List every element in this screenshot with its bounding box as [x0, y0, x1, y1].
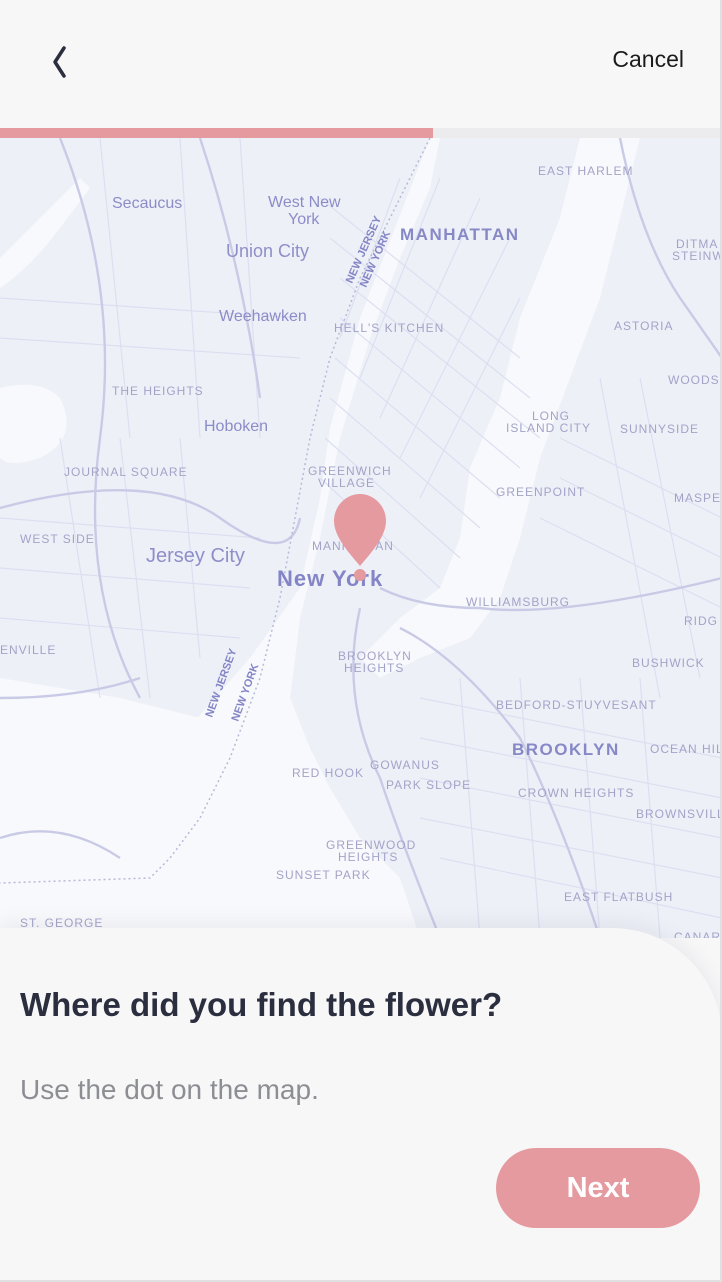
map-label: HELL'S KITCHEN	[334, 321, 444, 335]
map-label: MANHATTAN	[400, 225, 520, 244]
map-label: BROWNSVILL	[636, 807, 722, 821]
map-label: GOWANUS	[370, 758, 440, 772]
map-label: OCEAN HIL	[650, 742, 722, 756]
map-label: CANAR	[674, 930, 721, 938]
hint-text: Use the dot on the map.	[20, 1074, 319, 1105]
map-label: New York	[277, 566, 383, 591]
back-button[interactable]	[44, 40, 80, 84]
map-label: RIDG	[684, 614, 718, 628]
cancel-button[interactable]: Cancel	[612, 46, 684, 73]
map-label: THE HEIGHTS	[112, 384, 204, 398]
map-label: WEST SIDE	[20, 532, 95, 546]
map-label: Union City	[226, 241, 309, 261]
map-label: HEIGHTS	[338, 850, 398, 864]
map-label: BROOKLYN	[512, 740, 620, 759]
map-label: MASPE	[674, 491, 721, 505]
map-label: BEDFORD-STUYVESANT	[496, 698, 657, 712]
map-label: West New	[268, 194, 341, 211]
map-view[interactable]: Secaucus West New York Union City Weehaw…	[0, 138, 722, 938]
map-label: SUNNYSIDE	[620, 422, 699, 436]
next-button[interactable]: Next	[496, 1148, 700, 1228]
top-bar: Cancel	[0, 0, 722, 128]
map-label: STEINW	[672, 249, 722, 263]
map-label: VILLAGE	[318, 476, 375, 490]
map-label: PARK SLOPE	[386, 778, 471, 792]
map-label: GREENPOINT	[496, 485, 585, 499]
map-label: ISLAND CITY	[506, 421, 591, 435]
map-label: Hoboken	[204, 418, 268, 435]
map-label: Secaucus	[112, 195, 182, 212]
progress-bar	[0, 128, 722, 138]
bottom-sheet: Where did you find the flower? Use the d…	[0, 928, 722, 1282]
map-label: WILLIAMSBURG	[466, 595, 570, 609]
map-label: BUSHWICK	[632, 656, 705, 670]
question-title: Where did you find the flower?	[20, 986, 503, 1023]
map-label: ASTORIA	[614, 319, 673, 333]
map-label: SUNSET PARK	[276, 868, 371, 882]
progress-bar-fill	[0, 128, 434, 138]
map-label: York	[288, 211, 320, 228]
map-label: HEIGHTS	[344, 661, 404, 675]
map-label: EAST HARLEM	[538, 164, 633, 178]
map-label: JOURNAL SQUARE	[64, 465, 188, 479]
map-label: EAST FLATBUSH	[564, 890, 673, 904]
map-label: CROWN HEIGHTS	[518, 786, 634, 800]
map-label: RED HOOK	[292, 766, 364, 780]
map-canvas: Secaucus West New York Union City Weehaw…	[0, 138, 722, 938]
map-label: WOODS	[668, 373, 720, 387]
map-label: Jersey City	[146, 545, 245, 567]
map-label: Weehawken	[219, 308, 307, 325]
map-label: ENVILLE	[0, 643, 56, 657]
chevron-left-icon	[53, 46, 66, 78]
